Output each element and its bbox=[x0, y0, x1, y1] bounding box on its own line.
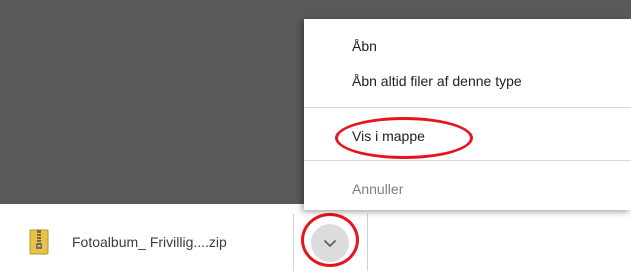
shelf-divider bbox=[293, 214, 294, 271]
menu-separator bbox=[304, 107, 631, 108]
context-menu: Åbn Åbn altid filer af denne type Vis i … bbox=[304, 19, 631, 210]
chevron-down-icon bbox=[324, 239, 336, 247]
menu-item-open[interactable]: Åbn bbox=[304, 31, 631, 61]
menu-item-cancel[interactable]: Annuller bbox=[304, 174, 631, 204]
menu-item-show-in-folder[interactable]: Vis i mappe bbox=[304, 121, 631, 151]
download-filename: Fotoalbum_ Frivillig....zip bbox=[72, 234, 227, 250]
shelf-divider bbox=[367, 214, 368, 271]
download-menu-button[interactable] bbox=[311, 224, 349, 262]
download-item[interactable]: Fotoalbum_ Frivillig....zip bbox=[28, 222, 227, 262]
menu-separator bbox=[304, 160, 631, 161]
menu-item-always-open-type[interactable]: Åbn altid filer af denne type bbox=[304, 66, 631, 96]
zip-file-icon bbox=[29, 229, 49, 255]
